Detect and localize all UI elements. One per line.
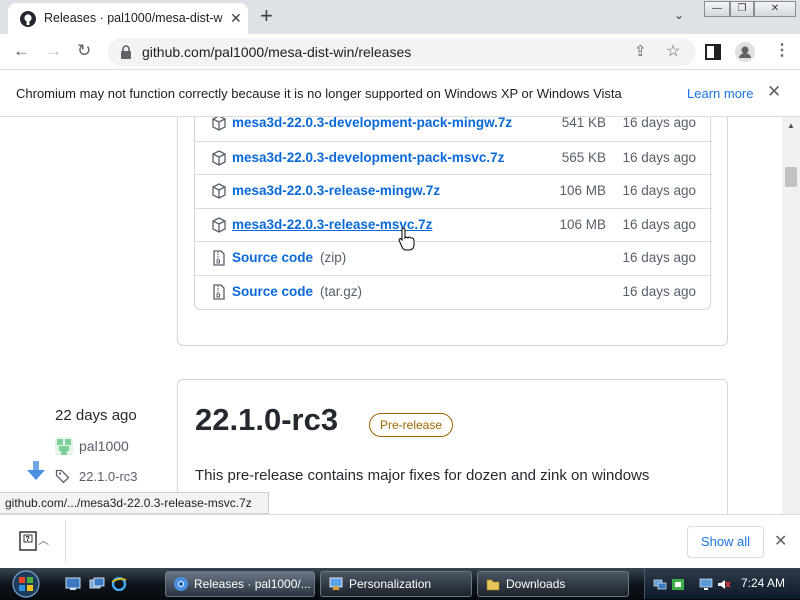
file-zip-icon — [213, 283, 225, 300]
show-all-button[interactable]: Show all — [687, 526, 764, 558]
asset-size: 106 MB — [559, 183, 606, 198]
tab-title: Releases · pal1000/mesa-dist-win — [44, 11, 222, 25]
asset-row[interactable]: mesa3d-22.0.3-development-pack-msvc.7z 56… — [195, 140, 712, 175]
system-tray: 7:24 AM — [644, 569, 800, 599]
taskbar-clock[interactable]: 7:24 AM — [741, 576, 785, 590]
url-text: github.com/pal1000/mesa-dist-win/release… — [142, 44, 412, 60]
unsupported-os-infobar: Chromium may not function correctly beca… — [0, 71, 800, 117]
asset-date: 16 days ago — [622, 183, 696, 198]
display-icon[interactable] — [699, 578, 713, 591]
download-file-icon[interactable]: ? — [18, 531, 38, 551]
asset-row[interactable]: Source code (zip) 16 days ago — [195, 241, 712, 275]
asset-row[interactable]: mesa3d-22.0.3-release-msvc.7z 106 MB 16 da… — [195, 207, 712, 242]
scroll-up-icon[interactable]: ▲ — [787, 121, 795, 130]
tag-icon — [55, 469, 70, 484]
page-scrollbar[interactable]: ▲ — [782, 117, 800, 514]
new-tab-button[interactable]: + — [260, 4, 273, 28]
package-icon — [212, 183, 226, 199]
asset-link[interactable]: mesa3d-22.0.3-development-pack-mingw.7z — [232, 117, 512, 130]
package-icon — [212, 216, 226, 233]
share-icon[interactable]: ⇪ — [634, 42, 647, 60]
asset-link[interactable]: mesa3d-22.0.3-development-pack-msvc.7z — [232, 150, 504, 165]
tab-releases[interactable]: Releases · pal1000/mesa-dist-win ✕ — [8, 3, 248, 34]
show-desktop-icon[interactable] — [65, 577, 81, 591]
release-date: 22 days ago — [55, 407, 137, 424]
prerelease-badge: Pre-release — [369, 413, 454, 437]
asset-format: (tar.gz) — [320, 283, 363, 299]
download-shelf-close-icon[interactable]: ✕ — [774, 531, 787, 551]
asset-link[interactable]: Source code — [232, 284, 313, 299]
taskbar-item-label: Releases · pal1000/... — [194, 577, 311, 591]
status-url-bubble: github.com/.../mesa3d-22.0.3-release-msv… — [0, 492, 269, 514]
asset-row[interactable]: mesa3d-22.0.3-development-pack-mingw.7z 5… — [195, 117, 712, 141]
reload-icon[interactable]: ↻ — [77, 41, 91, 61]
asset-format: (zip) — [320, 250, 347, 265]
restore-button[interactable]: ❐ — [730, 1, 754, 17]
asset-size: 541 KB — [561, 117, 606, 130]
volume-muted-icon[interactable] — [717, 578, 731, 591]
asset-row[interactable]: mesa3d-22.0.3-release-mingw.7z 106 MB 16 d… — [195, 174, 712, 208]
release-title[interactable]: 22.1.0-rc3 — [195, 402, 338, 438]
download-arrow-icon — [27, 461, 45, 480]
asset-size: 106 MB — [559, 216, 606, 232]
author-name: pal1000 — [79, 438, 129, 454]
page-content: mesa3d-22.0.3-development-pack-mingw.7z 5… — [0, 117, 782, 514]
side-panel-icon[interactable] — [705, 44, 721, 60]
github-icon — [20, 11, 36, 27]
release-description: This pre-release contains major fixes fo… — [195, 467, 650, 484]
asset-date: 16 days ago — [622, 216, 696, 232]
tray-app-icon[interactable] — [671, 578, 685, 591]
download-divider — [65, 521, 66, 563]
windows-taskbar: Releases · pal1000/... Personalization D… — [0, 568, 800, 600]
minimize-button[interactable]: — — [704, 1, 730, 17]
folder-icon — [486, 579, 500, 591]
internet-explorer-icon[interactable] — [111, 577, 127, 591]
infobar-close-icon[interactable]: ✕ — [767, 82, 781, 102]
window-close-button[interactable]: ✕ — [754, 1, 796, 17]
switch-windows-icon[interactable] — [89, 577, 105, 591]
asset-link[interactable]: Source code — [232, 250, 313, 265]
tab-close-icon[interactable]: ✕ — [230, 10, 242, 27]
learn-more-link[interactable]: Learn more — [687, 86, 753, 101]
asset-date: 16 days ago — [622, 250, 696, 265]
package-icon — [212, 149, 226, 166]
chevron-up-icon[interactable]: ︿ — [38, 532, 49, 548]
browser-toolbar: ← → ↻ github.com/pal1000/mesa-dist-win/r… — [0, 34, 800, 70]
infobar-message: Chromium may not function correctly beca… — [16, 86, 622, 101]
tab-strip: Releases · pal1000/mesa-dist-win ✕ + ⌄ —… — [0, 0, 800, 34]
tab-search-icon[interactable]: ⌄ — [674, 8, 684, 22]
assets-list: mesa3d-22.0.3-development-pack-mingw.7z 5… — [194, 117, 712, 310]
file-zip-icon — [213, 250, 225, 266]
asset-link[interactable]: mesa3d-22.0.3-release-mingw.7z — [232, 183, 440, 198]
lock-icon — [121, 45, 131, 59]
asset-size: 565 KB — [561, 149, 606, 165]
svg-text:?: ? — [26, 536, 30, 543]
asset-date: 16 days ago — [622, 149, 696, 165]
address-bar[interactable]: github.com/pal1000/mesa-dist-win/release… — [108, 38, 696, 66]
back-icon[interactable]: ← — [13, 41, 30, 61]
menu-kebab-icon[interactable]: ⋮ — [774, 41, 790, 61]
download-shelf: ? ︿ Show all ✕ — [0, 514, 800, 568]
taskbar-item-personalization[interactable]: Personalization — [320, 571, 472, 597]
hand-cursor-icon — [398, 227, 415, 251]
profile-avatar-icon[interactable] — [735, 42, 755, 62]
forward-icon[interactable]: → — [45, 41, 62, 61]
asset-date: 16 days ago — [622, 283, 696, 299]
package-icon — [212, 117, 226, 131]
asset-row[interactable]: Source code (tar.gz) 16 days ago — [195, 274, 712, 309]
bookmark-star-icon[interactable]: ☆ — [666, 41, 680, 61]
asset-date: 16 days ago — [622, 117, 696, 130]
scrollbar-thumb[interactable] — [785, 167, 797, 187]
taskbar-item-downloads[interactable]: Downloads — [477, 571, 629, 597]
network-icon[interactable] — [653, 578, 667, 591]
personalization-icon — [329, 577, 343, 590]
taskbar-item-label: Downloads — [506, 577, 566, 591]
taskbar-item-releases[interactable]: Releases · pal1000/... — [165, 571, 315, 597]
taskbar-item-label: Personalization — [349, 577, 432, 591]
tag-name: 22.1.0-rc3 — [79, 469, 138, 484]
chromium-icon — [174, 577, 188, 591]
author-avatar — [55, 437, 73, 455]
start-orb-icon[interactable] — [6, 569, 46, 599]
